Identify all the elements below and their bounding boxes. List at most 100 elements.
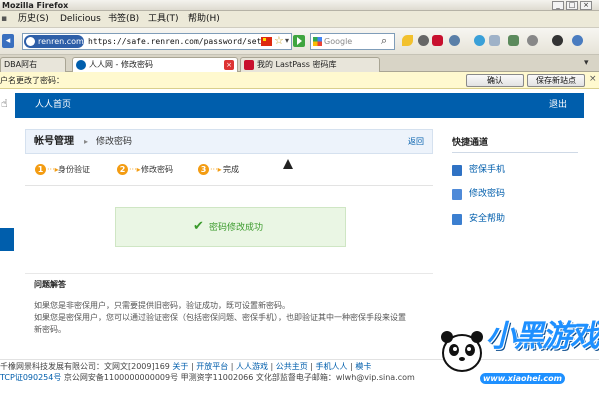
step-arrow-icon: ···▸ — [47, 165, 59, 174]
navigation-toolbar: ◂ renren.com https://safe.renren.com/pas… — [0, 28, 599, 55]
menu-delicious[interactable]: Delicious — [60, 14, 101, 25]
step-arrow-icon: ···▸ — [210, 165, 222, 174]
left-edge-blue-block — [0, 228, 14, 251]
site-header: 人人首页 退出 — [15, 93, 584, 118]
addon-green-icon[interactable] — [508, 35, 519, 46]
back-arrow-icon[interactable]: ◂ — [2, 34, 14, 48]
step-label: 完成 — [223, 165, 239, 174]
logout-link[interactable]: 退出 — [549, 99, 567, 112]
breadcrumb-separator-icon: ▸ — [84, 137, 89, 146]
renren-favicon-icon — [76, 60, 86, 70]
menu-tools[interactable]: 工具(T) — [148, 14, 179, 25]
close-tab-icon[interactable]: × — [224, 60, 234, 70]
site-identity-label: renren.com — [38, 37, 84, 46]
tab-dba[interactable]: DBA阿右 — [0, 57, 66, 72]
sidebar-item-label: 密保手机 — [469, 165, 506, 175]
pointer-hand-icon: ☝ — [1, 97, 8, 110]
search-bar[interactable]: Google ⌕ — [310, 33, 395, 50]
url-input[interactable]: https://safe.renren.com/password/set — [88, 36, 261, 47]
success-message: 密码修改成功 — [209, 223, 264, 233]
success-message-box: ✔ 密码修改成功 — [115, 207, 346, 247]
help-icon — [452, 214, 462, 225]
faq-title: 问题解答 — [34, 280, 66, 289]
section-divider — [25, 185, 433, 186]
page-title: 帐号管理 — [34, 136, 74, 147]
document-icon — [452, 189, 462, 200]
watermark-url: www.xiaohei.com — [480, 373, 565, 384]
check-icon: ✔ — [193, 219, 204, 234]
go-arrow-icon[interactable] — [293, 35, 305, 47]
menu-partial[interactable]: ▪ — [1, 14, 7, 25]
close-window-icon[interactable]: × — [580, 1, 592, 10]
close-notification-icon[interactable]: × — [589, 74, 597, 84]
addon-gray-icon[interactable] — [489, 35, 500, 46]
step-number-badge: 3 — [198, 164, 209, 175]
search-input[interactable]: Google — [324, 36, 352, 47]
delicious-addon-icon[interactable] — [402, 35, 413, 46]
progress-steps: 1 ···▸ 身份验证 2 ···▸ 修改密码 3 ···▸ 完成 — [35, 163, 415, 177]
bookmark-star-icon[interactable]: ☆ — [274, 34, 284, 47]
footer-line-1: 千橡网景科技发展有限公司：文网文[2009]169 关于 | 开放平台 | 人人… — [0, 362, 372, 371]
addon-cloud-icon[interactable] — [527, 35, 538, 46]
page-subtitle: 修改密码 — [96, 137, 133, 147]
footer-icp-link[interactable]: TCP证090254号 — [0, 373, 61, 382]
lastpass-confirm-button[interactable]: 确认 — [466, 74, 524, 87]
window-title: Mozilla Firefox — [2, 1, 69, 10]
site-identity-icon — [26, 37, 35, 46]
faq-line: 如果您是密保用户，您可以通过验证密保（包括密保问题、密保手机），也即验证其中一种… — [34, 313, 406, 322]
lastpass-notification-bar: 户名更改了密码： 确认 保存新站点 × — [0, 72, 599, 89]
addon-blue-icon[interactable] — [474, 35, 485, 46]
step-label: 身份验证 — [58, 165, 90, 174]
phone-icon — [452, 165, 462, 176]
footer-link-games[interactable]: 人人游戏 — [236, 362, 268, 371]
menu-history[interactable]: 历史(S) — [18, 14, 49, 25]
sidebar-divider — [452, 152, 578, 153]
watermark-logo: 小黑游戏 www.xiaohei.com — [438, 313, 599, 393]
maximize-icon[interactable]: □ — [566, 1, 578, 10]
tab-label: 人人网 - 修改密码 — [89, 60, 153, 69]
lastpass-icon[interactable] — [432, 35, 443, 46]
sidebar-title: 快捷通道 — [452, 138, 489, 148]
mouse-cursor-icon — [282, 158, 294, 170]
lastpass-favicon-icon — [244, 60, 254, 70]
tab-lastpass-vault[interactable]: 我的 LastPass 密码库 — [240, 57, 380, 72]
tab-bar: DBA阿右 人人网 - 修改密码 × 我的 LastPass 密码库 ▾ — [0, 55, 599, 73]
menu-help[interactable]: 帮助(H) — [188, 14, 220, 25]
step-number-badge: 2 — [117, 164, 128, 175]
tab-list-icon[interactable]: ▾ — [584, 58, 589, 68]
window-titlebar: Mozilla Firefox _ □ × — [0, 0, 599, 11]
menu-bookmarks[interactable]: 书签(B) — [108, 14, 139, 25]
faq-line: 新密码。 — [34, 325, 66, 334]
addon-dot-icon[interactable] — [418, 35, 429, 46]
footer-license-text: 京公网安备1100000000009号 甲测资字11002066 文化部监督电子… — [61, 373, 415, 382]
url-dropdown-icon[interactable]: ▾ — [285, 36, 289, 45]
home-link[interactable]: 人人首页 — [35, 99, 71, 112]
site-identity-button[interactable]: renren.com — [24, 35, 84, 48]
minimize-icon[interactable]: _ — [552, 1, 564, 10]
footer-link-mobile[interactable]: 手机人人 — [316, 362, 348, 371]
sidebar-item-label: 修改密码 — [469, 189, 506, 199]
tab-label: DBA阿右 — [4, 60, 38, 69]
left-edge-strip: ☝ — [0, 93, 15, 118]
search-icon[interactable]: ⌕ — [381, 34, 387, 48]
country-flag-icon — [261, 37, 272, 46]
google-engine-icon[interactable] — [313, 37, 322, 46]
footer-link-about[interactable]: 关于 — [172, 362, 188, 371]
footer-line-2: TCP证090254号 京公网安备1100000000009号 甲测资字1100… — [0, 372, 415, 383]
footer-company: 千橡网景科技发展有限公司：文网文[2009]169 — [0, 362, 173, 371]
footer-link-public-page[interactable]: 公共主页 — [276, 362, 308, 371]
sidebar-item-label: 安全帮助 — [469, 214, 506, 224]
back-link[interactable]: 返回 — [408, 137, 424, 147]
lastpass-save-new-site-button[interactable]: 保存新站点 — [527, 74, 585, 87]
panda-mascot-icon — [441, 331, 483, 372]
panel-header: 帐号管理 ▸ 修改密码 返回 — [25, 129, 433, 154]
tab-renren-password[interactable]: 人人网 - 修改密码 × — [72, 57, 238, 73]
addon-globe-icon[interactable] — [449, 35, 460, 46]
addon-dark-icon[interactable] — [552, 35, 563, 46]
addon-last-icon[interactable] — [572, 35, 583, 46]
address-bar[interactable]: renren.com https://safe.renren.com/passw… — [22, 33, 292, 50]
menu-bar: ▪ 历史(S) Delicious 书签(B) 工具(T) 帮助(H) — [0, 11, 599, 28]
footer-link-modka[interactable]: 模卡 — [355, 362, 371, 371]
watermark-text: 小黑游戏 — [486, 319, 599, 354]
footer-link-open-platform[interactable]: 开放平台 — [196, 362, 228, 371]
